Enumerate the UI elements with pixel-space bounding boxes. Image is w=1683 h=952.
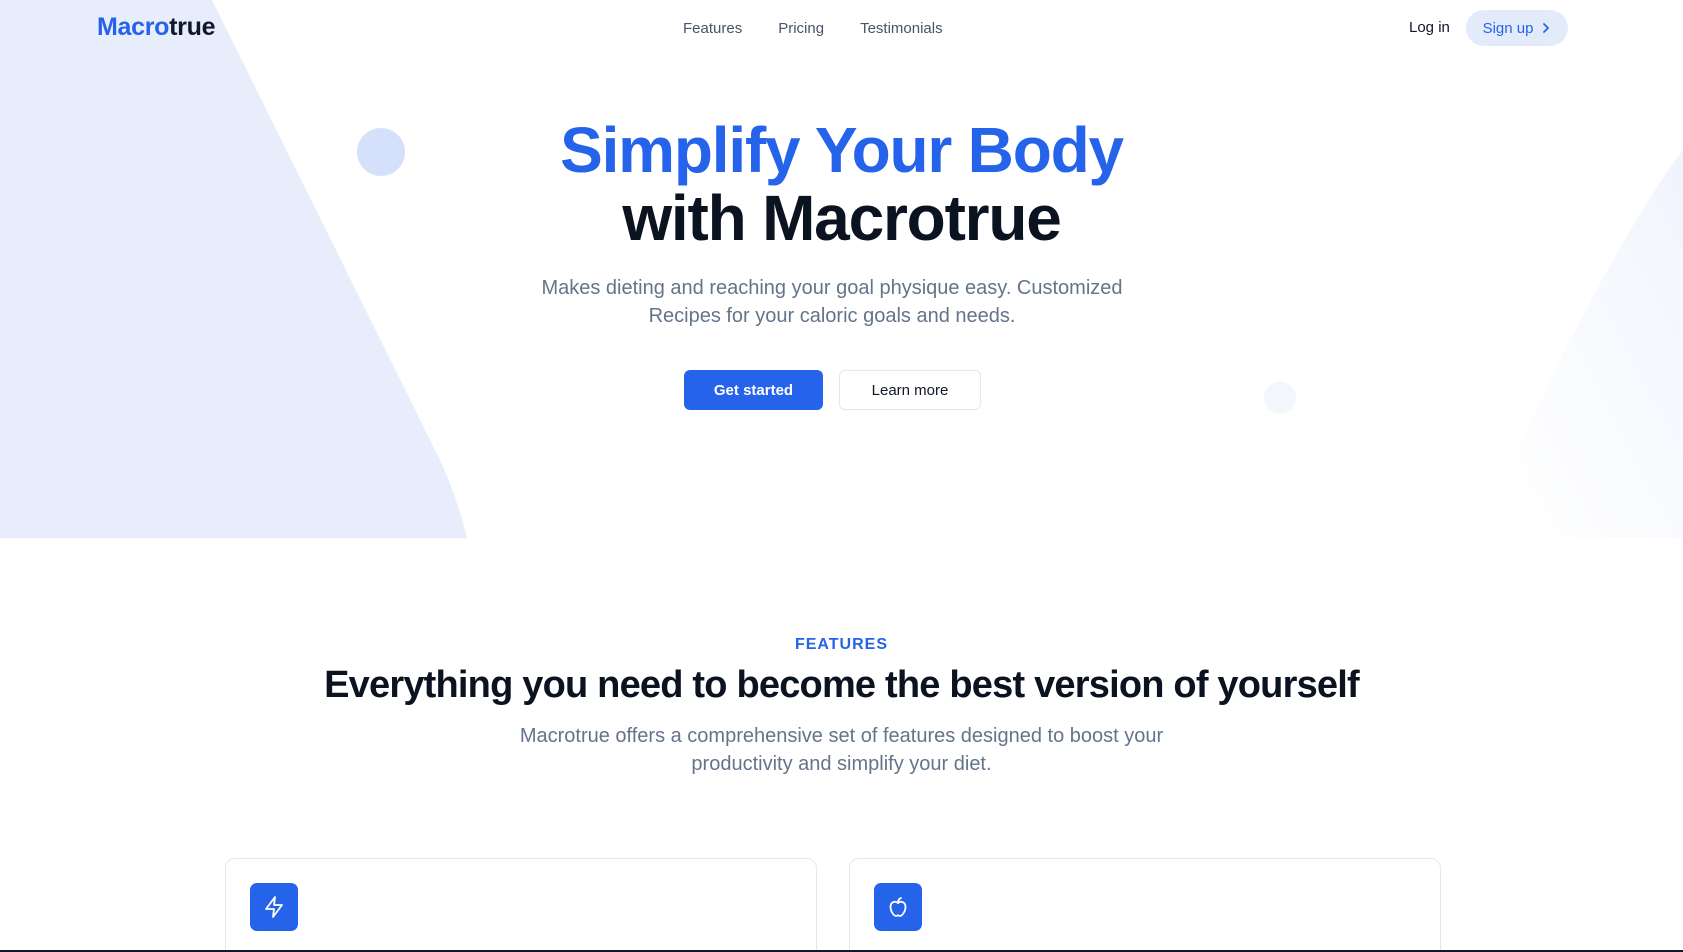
hero-decor-faint-circle xyxy=(1264,382,1296,414)
features-eyebrow: FEATURES xyxy=(794,636,889,653)
brand-logo-part1: Macro xyxy=(97,13,170,41)
get-started-button[interactable]: Get started xyxy=(684,370,823,410)
landing-page: Macrotrue Features Pricing Testimonials … xyxy=(0,0,1683,952)
hero-title: Simplify Your Body with Macrotrue xyxy=(0,116,1683,252)
features-subtitle: Macrotrue offers a comprehensive set of … xyxy=(519,725,1164,775)
signup-label: Sign up xyxy=(1482,19,1534,37)
hero-triangle-shape xyxy=(0,0,467,538)
feature-card xyxy=(849,858,1441,952)
nav-links: Features Pricing Testimonials xyxy=(683,20,943,37)
learn-more-button[interactable]: Learn more xyxy=(839,370,981,410)
hero-title-line1: Simplify Your Body xyxy=(560,114,1124,186)
lightning-icon xyxy=(250,883,298,931)
hero-title-line2: with Macrotrue xyxy=(622,182,1062,254)
hero-background xyxy=(0,0,1683,538)
brand-logo-part2: true xyxy=(169,13,216,41)
chevron-right-icon xyxy=(1543,23,1550,33)
brand-logo[interactable]: Macrotrue xyxy=(97,13,215,42)
feature-card xyxy=(225,858,817,952)
top-nav: Macrotrue Features Pricing Testimonials … xyxy=(0,0,1683,58)
features-title: Everything you need to become the best v… xyxy=(324,664,1360,706)
signup-button[interactable]: Sign up xyxy=(1466,10,1568,46)
nav-link-pricing[interactable]: Pricing xyxy=(778,20,824,37)
nav-link-testimonials[interactable]: Testimonials xyxy=(860,20,943,37)
nav-link-features[interactable]: Features xyxy=(683,20,742,37)
login-link[interactable]: Log in xyxy=(1409,19,1450,36)
hero-subtitle: Makes dieting and reaching your goal phy… xyxy=(541,277,1123,327)
apple-icon xyxy=(874,883,922,931)
